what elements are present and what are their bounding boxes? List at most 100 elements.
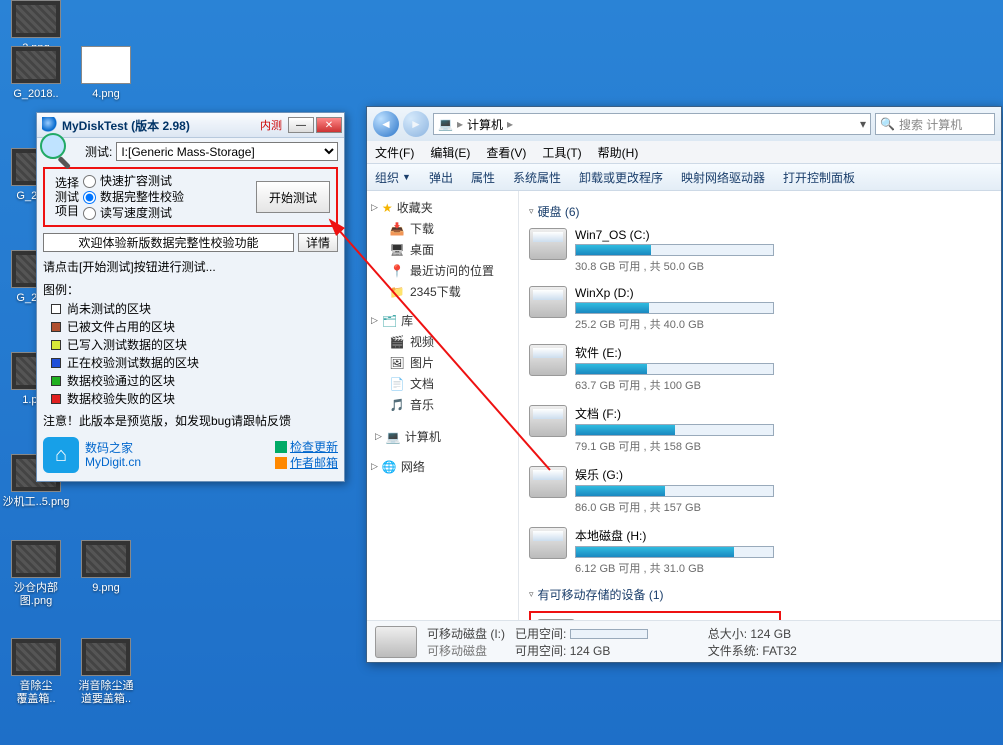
libraries-header[interactable]: ▷🗂库: [371, 312, 514, 329]
desktop-icon[interactable]: 9.png: [72, 540, 140, 595]
sidebar-item[interactable]: 📍最近访问的位置: [371, 260, 514, 281]
menu-item[interactable]: 工具(T): [542, 144, 581, 161]
desktop-icon[interactable]: 音除尘覆盖箱..: [2, 638, 70, 706]
drive-item[interactable]: WinXp (D:)25.2 GB 可用 , 共 40.0 GB: [529, 286, 774, 332]
folder-icon: 📍: [389, 264, 405, 278]
magnifier-icon: [42, 117, 58, 133]
folder-icon: 📁: [389, 285, 405, 299]
back-button[interactable]: ◄: [373, 111, 399, 137]
drive-item[interactable]: 本地磁盘 (H:)6.12 GB 可用 , 共 31.0 GB: [529, 527, 774, 576]
addr-sep2: ▸: [507, 117, 513, 131]
nav-bar: ◄ ► 💻 ▸ 计算机 ▸ ▾ 🔍 搜索 计算机: [367, 107, 1001, 141]
library-icon: 🎬: [389, 335, 405, 349]
legend-item: 正在校验测试数据的区块: [43, 354, 338, 372]
drive-icon: [537, 619, 575, 620]
legend-item: 已被文件占用的区块: [43, 318, 338, 336]
thumbnail-icon: [81, 540, 131, 578]
banner-text: 欢迎体验新版数据完整性校验功能: [43, 233, 294, 252]
menu-bar: 文件(F) 编辑(E) 查看(V) 工具(T) 帮助(H): [367, 141, 1001, 163]
sidebar-item[interactable]: 🖼图片: [371, 352, 514, 373]
network-item[interactable]: ▷🌐网络: [371, 458, 514, 475]
drive-icon: [529, 286, 567, 318]
system-properties-button[interactable]: 系统属性: [513, 169, 561, 186]
thumbnail-icon: [11, 0, 61, 38]
menu-item[interactable]: 帮助(H): [598, 144, 639, 161]
radio-integrity[interactable]: 数据完整性校验: [83, 189, 256, 205]
addr-dropdown-icon[interactable]: ▾: [860, 117, 866, 131]
device-select[interactable]: I:[Generic Mass-Storage]: [116, 142, 338, 161]
drive-item[interactable]: 文档 (F:)79.1 GB 可用 , 共 158 GB: [529, 405, 774, 454]
legend-item: 尚未测试的区块: [43, 300, 338, 318]
control-panel-button[interactable]: 打开控制面板: [783, 169, 855, 186]
mydigit-logo-icon: ⌂: [43, 437, 79, 473]
category-removable[interactable]: 有可移动存储的设备 (1): [538, 586, 664, 603]
explorer-window: ◄ ► 💻 ▸ 计算机 ▸ ▾ 🔍 搜索 计算机 文件(F) 编辑(E) 查看(V)…: [366, 106, 1002, 663]
legend-item: 数据校验失败的区块: [43, 390, 338, 408]
mail-icon: [275, 457, 287, 469]
menu-item[interactable]: 查看(V): [486, 144, 526, 161]
drive-icon: [529, 405, 567, 437]
drive-icon: [529, 344, 567, 376]
close-button[interactable]: ✕: [316, 117, 342, 133]
minimize-button[interactable]: —: [288, 117, 314, 133]
toolbar: 组织▼ 弹出 属性 系统属性 卸载或更改程序 映射网络驱动器 打开控制面板: [367, 163, 1001, 191]
thumbnail-icon: [11, 46, 61, 84]
address-bar[interactable]: 💻 ▸ 计算机 ▸ ▾: [433, 113, 871, 135]
thumbnail-icon: [11, 638, 61, 676]
sidebar-item[interactable]: 🎬视频: [371, 331, 514, 352]
mydisktest-window: MyDiskTest (版本 2.98) 内测 — ✕ 测试: I:[Gener…: [36, 112, 345, 482]
radio-speed[interactable]: 读写速度测试: [83, 205, 256, 221]
notice-text: 注意！此版本是预览版，如发现bug请跟帖反馈: [43, 412, 338, 429]
legend-header: 图例：: [43, 281, 338, 298]
radio-quick[interactable]: 快速扩容测试: [83, 173, 256, 189]
menu-item[interactable]: 文件(F): [375, 144, 414, 161]
addr-text: 计算机: [467, 116, 503, 133]
status-drive-icon: [375, 626, 417, 658]
computer-icon: 💻: [438, 117, 453, 131]
forward-button[interactable]: ►: [403, 111, 429, 137]
drive-icon: [529, 228, 567, 260]
menu-item[interactable]: 编辑(E): [430, 144, 470, 161]
sidebar-item[interactable]: 📥下载: [371, 218, 514, 239]
color-swatch-icon: [51, 322, 61, 332]
desktop-icon[interactable]: 沙仓内部图.png: [2, 540, 70, 608]
hint-text: 请点击[开始测试]按钮进行测试...: [43, 258, 338, 275]
search-input[interactable]: 🔍 搜索 计算机: [875, 113, 995, 135]
folder-icon: 📥: [389, 222, 405, 236]
category-disks[interactable]: 硬盘 (6): [538, 203, 580, 220]
desktop-icon[interactable]: G_2018..: [2, 46, 70, 101]
start-test-button[interactable]: 开始测试: [256, 181, 330, 213]
eject-button[interactable]: 弹出: [429, 169, 453, 186]
favorites-header[interactable]: ▷★收藏夹: [371, 199, 514, 216]
color-swatch-icon: [51, 358, 61, 368]
check-update-link[interactable]: 检查更新: [275, 439, 338, 455]
computer-item[interactable]: ▷💻计算机: [371, 425, 514, 448]
detail-button[interactable]: 详情: [298, 233, 338, 252]
drive-icon: [529, 466, 567, 498]
library-icon: 📄: [389, 377, 405, 391]
desktop-icon[interactable]: 消音除尘通道要盖箱..: [72, 638, 140, 706]
status-name: 可移动磁盘 (I:): [427, 625, 505, 642]
drive-item[interactable]: 娱乐 (G:)86.0 GB 可用 , 共 157 GB: [529, 466, 774, 515]
sidebar-item[interactable]: 🎵音乐: [371, 394, 514, 415]
status-type: 可移动磁盘: [427, 642, 505, 659]
titlebar[interactable]: MyDiskTest (版本 2.98) 内测 — ✕: [37, 113, 344, 138]
uninstall-button[interactable]: 卸载或更改程序: [579, 169, 663, 186]
properties-button[interactable]: 属性: [471, 169, 495, 186]
color-swatch-icon: [51, 304, 61, 314]
color-swatch-icon: [51, 394, 61, 404]
status-bar: 可移动磁盘 (I:) 可移动磁盘 已用空间: 可用空间: 124 GB 总大小:…: [367, 620, 1001, 662]
test-label: 测试:: [85, 143, 112, 160]
sidebar-item[interactable]: 📄文档: [371, 373, 514, 394]
sidebar-item[interactable]: 🖥桌面: [371, 239, 514, 260]
desktop-icon[interactable]: 4.png: [72, 46, 140, 101]
sidebar-item[interactable]: 📁2345下载: [371, 281, 514, 302]
drive-item[interactable]: Win7_OS (C:)30.8 GB 可用 , 共 50.0 GB: [529, 228, 774, 274]
map-drive-button[interactable]: 映射网络驱动器: [681, 169, 765, 186]
refresh-icon: [275, 441, 287, 453]
author-email-link[interactable]: 作者邮箱: [275, 455, 338, 471]
thumbnail-icon: [11, 540, 61, 578]
drive-item[interactable]: 软件 (E:)63.7 GB 可用 , 共 100 GB: [529, 344, 774, 393]
organize-button[interactable]: 组织▼: [375, 169, 411, 186]
removable-highlight-box: 可移动磁盘 (I:) 124 GB 可用 , 共 124 GB: [529, 611, 781, 620]
